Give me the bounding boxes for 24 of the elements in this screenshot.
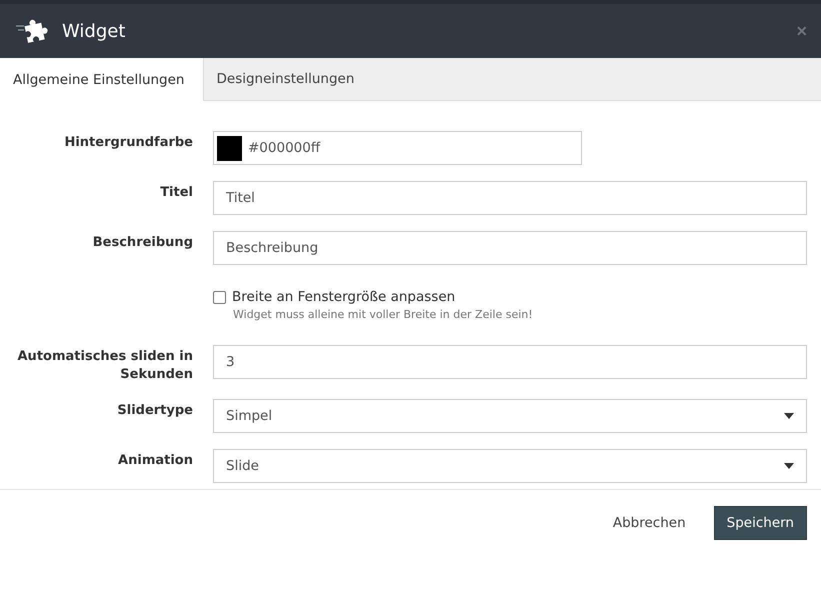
tab[interactable]: Designeinstellungen bbox=[204, 58, 372, 100]
tab[interactable]: Allgemeine Einstellungen bbox=[0, 58, 204, 101]
checkbox-label: Breite an Fenstergröße anpassen bbox=[232, 289, 456, 305]
select-field[interactable]: Slide bbox=[213, 449, 807, 484]
caret-icon bbox=[784, 463, 794, 470]
input-field[interactable]: Beschreibung bbox=[213, 231, 807, 265]
input-field[interactable]: 3 bbox=[213, 345, 807, 379]
save-button[interactable]: Speichern bbox=[714, 506, 807, 540]
field-label: Animation bbox=[117, 452, 193, 470]
field-label: Automatisches sliden in Sekunden bbox=[16, 348, 193, 384]
field-label: Hintergrundfarbe bbox=[63, 134, 193, 152]
caret-icon bbox=[784, 413, 794, 420]
checkbox[interactable] bbox=[213, 290, 226, 304]
cancel-button[interactable]: Abbrechen bbox=[604, 507, 694, 539]
field-label: Beschreibung bbox=[92, 234, 193, 252]
input-field[interactable]: Titel bbox=[213, 181, 807, 215]
hint-text: Widget muss alleine mit voller Breite in der Zeile sein! bbox=[232, 308, 534, 321]
select-field[interactable]: Simpel bbox=[213, 399, 807, 434]
window-title: Widget bbox=[62, 20, 126, 42]
field-label: Slidertype bbox=[116, 402, 193, 420]
field-label: Titel bbox=[159, 184, 193, 202]
puzzle-icon bbox=[16, 18, 50, 44]
color-swatch[interactable] bbox=[217, 136, 242, 160]
color-field[interactable]: #000000ff bbox=[213, 131, 582, 165]
